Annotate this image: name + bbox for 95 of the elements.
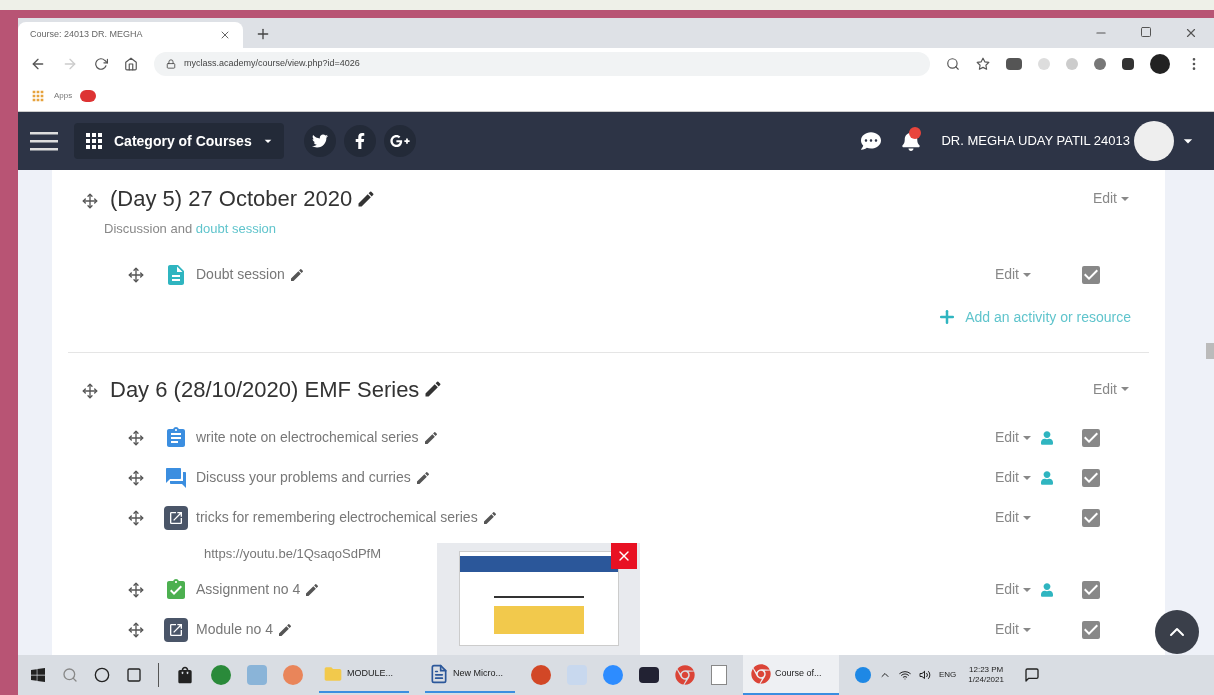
pencil-icon[interactable] (288, 266, 305, 283)
reload-icon[interactable] (94, 57, 108, 71)
activity-link[interactable]: Doubt session (196, 264, 285, 285)
extension-icon[interactable] (1094, 58, 1106, 70)
user-name[interactable]: DR. MEGHA UDAY PATIL 24013 (941, 131, 1130, 151)
activity-link[interactable]: write note on electrochemical series (196, 427, 419, 448)
bookmark-link[interactable]: Apps (54, 89, 73, 102)
move-icon[interactable] (128, 266, 144, 283)
language-indicator[interactable]: ENG (939, 669, 957, 681)
folder-icon (323, 664, 343, 684)
extension-icon[interactable] (1006, 58, 1022, 70)
section-summary: Discussion and doubt session (104, 220, 277, 238)
clock-time: 12:23 PM (969, 665, 1004, 675)
caret-icon (1121, 196, 1129, 201)
activity-link[interactable]: Assignment no 4 (196, 579, 301, 600)
tab-title: Course: 24013 DR. MEGHA (30, 28, 143, 42)
move-icon[interactable] (128, 509, 144, 526)
url-text: myclass.academy/course/view.php?id=4026 (184, 57, 360, 71)
category-menu-button[interactable]: Category of Courses (74, 123, 284, 159)
move-icon[interactable] (128, 429, 144, 446)
caret-icon (1023, 435, 1031, 440)
move-icon[interactable] (82, 192, 98, 209)
app-icon[interactable] (211, 665, 231, 685)
move-icon[interactable] (82, 383, 98, 399)
app-icon[interactable] (531, 665, 551, 685)
activity-link[interactable]: tricks for remembering electrochemical series (196, 507, 478, 528)
cortana-icon[interactable] (94, 667, 110, 683)
caret-icon (1023, 272, 1031, 277)
pencil-icon[interactable] (277, 621, 294, 638)
clipboard-icon (164, 425, 188, 450)
zoom-icon[interactable] (946, 57, 960, 71)
task-view-icon[interactable] (126, 667, 142, 683)
clipboard-check-icon (164, 577, 188, 602)
chrome-icon (751, 664, 771, 684)
edit-menu[interactable]: Edit (994, 579, 1031, 600)
profile-avatar[interactable] (1150, 54, 1170, 74)
move-icon[interactable] (128, 581, 144, 598)
edit-menu[interactable]: Edit (1092, 188, 1129, 209)
taskbar-app-button[interactable]: Course of... (743, 655, 839, 695)
chat-icon[interactable] (861, 131, 882, 151)
search-icon[interactable] (62, 667, 78, 683)
pencil-icon[interactable] (414, 469, 431, 486)
close-window-icon[interactable] (1184, 26, 1198, 40)
close-tab-icon[interactable] (219, 29, 231, 41)
pencil-icon[interactable] (304, 581, 321, 598)
url-text: https://youtu.be/1QsaqoSdPfM (204, 544, 382, 563)
google-plus-icon[interactable] (383, 125, 416, 157)
activity-link[interactable]: Module no 4 (196, 619, 274, 640)
speaker-icon[interactable] (919, 669, 931, 681)
twitter-icon[interactable] (303, 125, 336, 157)
restore-icon[interactable] (1140, 26, 1152, 38)
caret-icon (1121, 387, 1129, 391)
file-icon[interactable] (711, 665, 727, 685)
star-icon[interactable] (976, 57, 990, 71)
chrome-icon[interactable] (675, 665, 695, 685)
edit-menu[interactable]: Edit (994, 264, 1031, 285)
section-title: (Day 5) 27 October 2020 (110, 185, 353, 213)
address-bar[interactable]: myclass.academy/course/view.php?id=4026 (154, 52, 930, 76)
scrollbar-thumb[interactable] (1206, 343, 1214, 359)
clock-date: 1/24/2021 (968, 675, 1004, 685)
windows-start-icon[interactable] (30, 667, 46, 683)
network-icon[interactable] (899, 669, 911, 681)
store-icon[interactable] (175, 665, 195, 685)
home-icon[interactable] (124, 57, 138, 71)
activity-link[interactable]: Discuss your problems and curries (196, 467, 411, 488)
facebook-icon[interactable] (343, 125, 376, 157)
help-icon[interactable] (855, 667, 871, 683)
caret-icon (1023, 515, 1031, 520)
pencil-icon[interactable] (481, 509, 498, 526)
menu-icon[interactable] (30, 131, 58, 151)
caret-icon (1023, 627, 1031, 632)
taskbar-app-button[interactable]: New Micro... (425, 657, 515, 693)
edit-menu[interactable]: Edit (1092, 378, 1129, 400)
close-preview-button[interactable] (611, 543, 637, 569)
pencil-icon[interactable] (422, 429, 439, 446)
app-icon[interactable] (639, 667, 659, 683)
bookmark-icon[interactable] (80, 89, 97, 102)
caret-icon (1023, 587, 1031, 592)
edit-menu[interactable]: Edit (994, 619, 1031, 640)
move-icon[interactable] (128, 621, 144, 638)
user-avatar[interactable] (1134, 121, 1174, 161)
back-icon[interactable] (30, 56, 46, 72)
lock-icon (166, 59, 176, 69)
section-title: Day 6 (28/10/2020) EMF Series (110, 375, 420, 404)
notifications-icon[interactable] (1023, 667, 1040, 683)
browser-tab[interactable]: Course: 24013 DR. MEGHA (18, 22, 243, 48)
move-icon[interactable] (128, 469, 144, 486)
caret-icon (1023, 475, 1031, 480)
document-icon (429, 664, 449, 684)
edit-menu[interactable]: Edit (994, 427, 1031, 448)
chat-bubbles-icon (164, 465, 188, 490)
edit-menu[interactable]: Edit (994, 507, 1031, 528)
taskbar-app-button[interactable]: MODULE... (319, 657, 409, 693)
edit-menu[interactable]: Edit (994, 467, 1031, 488)
new-tab-icon[interactable] (255, 26, 271, 42)
